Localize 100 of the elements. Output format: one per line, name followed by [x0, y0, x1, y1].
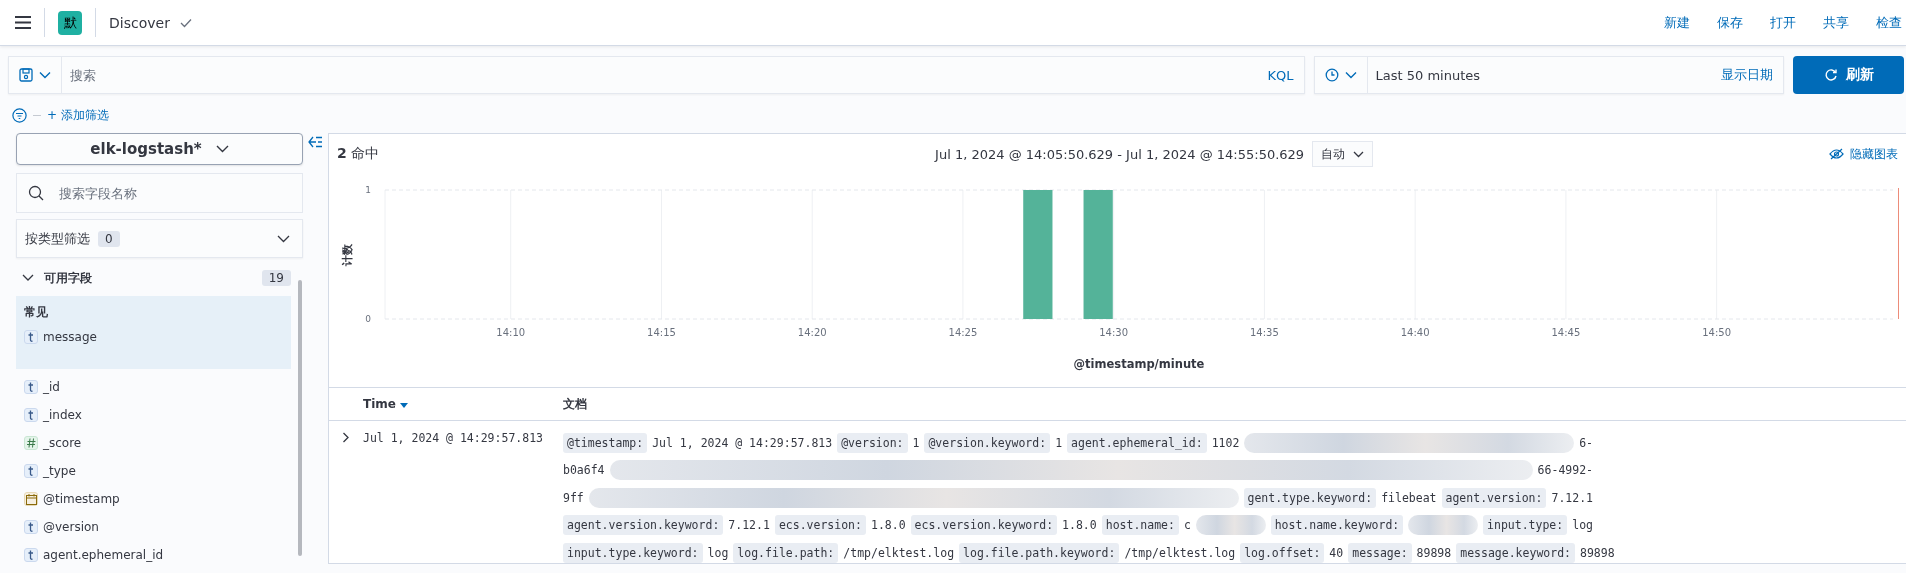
group-title: 常见	[24, 304, 49, 321]
field-key: log.file.path.keyword:	[959, 542, 1120, 563]
y-tick-label: 1	[365, 185, 371, 195]
field-key: agent.version.keyword:	[563, 515, 724, 536]
time-cell-text: Jul 1, 2024 @ 14:29:57.813	[363, 430, 544, 445]
x-tick-label: 14:10	[496, 327, 526, 338]
field-value: 1	[912, 435, 920, 450]
app-title: Discover	[109, 14, 170, 31]
interval-dropdown[interactable]: 自动	[1312, 141, 1374, 167]
field-count: 19	[261, 270, 291, 286]
search-field[interactable]: 搜索	[62, 67, 1258, 83]
field-key: host.name:	[1101, 515, 1179, 536]
hide-chart-link[interactable]: 隐藏图表	[1829, 145, 1898, 163]
show-dates-link[interactable]: 显示日期	[1711, 66, 1784, 84]
field-value: 1.8.0	[870, 518, 906, 533]
field-item[interactable]: _index	[16, 401, 291, 429]
field-key: @version.keyword:	[924, 432, 1051, 453]
time-range-label: Jul 1, 2024 @ 14:05:50.629 - Jul 1, 2024 @ 14:55:50.629	[935, 146, 1305, 162]
string-type-icon	[24, 520, 38, 534]
field-value: 66-4992-	[1537, 463, 1593, 478]
x-tick-label: 14:45	[1551, 327, 1581, 338]
field-value: 7.12.1	[728, 518, 770, 533]
field-key: agent.ephemeral_id:	[1067, 432, 1207, 453]
header-link[interactable]: 保存	[1717, 13, 1743, 32]
chevron-icon	[22, 274, 34, 282]
time-picker[interactable]: Last 50 minutes 显示日期	[1313, 56, 1785, 94]
chevron-down-icon[interactable]	[1344, 71, 1357, 79]
field-value: 1102	[1211, 435, 1240, 450]
field-search-field[interactable]: 搜索字段名称	[16, 173, 303, 213]
save-icon[interactable]	[19, 68, 33, 82]
x-tick-label: 14:50	[1702, 327, 1732, 338]
field-value: filebeat	[1381, 490, 1437, 505]
field-value: 7.12.1	[1551, 490, 1593, 505]
redacted-block	[1195, 515, 1266, 536]
field-key: ecs.version:	[774, 515, 866, 536]
header-link[interactable]: 打开	[1770, 13, 1796, 32]
type-filter-dropdown[interactable]: 按类型筛选 0	[16, 219, 303, 258]
space-avatar[interactable]: 默	[58, 10, 82, 35]
field-value: 1.8.0	[1062, 518, 1097, 533]
string-type-icon	[24, 408, 38, 422]
string-type-icon	[24, 548, 38, 562]
hit-count: 2 命中	[337, 145, 380, 163]
index-pattern-selector[interactable]: elk-logstash*	[16, 133, 303, 165]
add-filter-link[interactable]: + 添加筛选	[47, 106, 109, 124]
chevron-down-icon[interactable]	[39, 71, 51, 79]
field-value: 9ff	[563, 490, 584, 505]
field-value: 6-	[1579, 435, 1593, 450]
sort-descending-icon[interactable]	[399, 403, 408, 408]
field-value: c	[1183, 518, 1191, 533]
header-link[interactable]: 新建	[1664, 13, 1690, 32]
number-type-icon	[24, 436, 38, 450]
x-tick-label: 14:25	[948, 327, 978, 338]
field-value: log	[1572, 518, 1593, 533]
query-bar[interactable]: 搜索 KQL	[8, 56, 1305, 94]
field-item[interactable]: _id	[16, 373, 291, 401]
chevron-down-icon	[277, 234, 290, 243]
query-language-link[interactable]: KQL	[1257, 67, 1304, 83]
field-key: input.type:	[1483, 515, 1568, 536]
field-item[interactable]: _type	[16, 457, 291, 485]
available-fields-toggle[interactable]: 可用字段 19	[16, 266, 291, 290]
chevron-down-icon	[1353, 150, 1365, 158]
y-tick-label: 0	[365, 314, 371, 324]
y-axis-title: 计数	[341, 243, 354, 266]
menu-icon[interactable]	[15, 16, 31, 29]
field-value: 89898	[1416, 545, 1452, 560]
filter-icon[interactable]	[12, 107, 27, 123]
field-key: host.name.keyword:	[1270, 515, 1404, 536]
field-key: input.type.keyword:	[563, 542, 703, 563]
chevron-down-icon	[215, 145, 229, 153]
field-value: /tmp/elktest.log	[1124, 545, 1236, 560]
field-key: @version:	[837, 432, 908, 453]
header-link[interactable]: 检查	[1876, 13, 1902, 32]
field-value: Jul 1, 2024 @ 14:29:57.813	[652, 435, 833, 450]
header-link[interactable]: 共享	[1823, 13, 1849, 32]
time-range: Last 50 minutes	[1374, 67, 1482, 83]
search-icon	[28, 185, 44, 201]
expand-row-icon[interactable]	[342, 432, 350, 443]
field-key: message:	[1348, 542, 1412, 563]
column-header[interactable]: 文档	[563, 395, 587, 413]
field-value: b0a6f4	[563, 463, 605, 478]
string-type-icon	[24, 464, 38, 478]
field-item[interactable]: _score	[16, 429, 291, 457]
section-title: 可用字段	[44, 269, 92, 287]
x-tick-label: 14:35	[1250, 327, 1279, 338]
collapse-sidebar-icon[interactable]	[308, 136, 323, 148]
column-header[interactable]: Time	[363, 397, 563, 411]
scrollbar[interactable]	[298, 280, 302, 556]
field-value: 40	[1329, 545, 1344, 560]
field-item[interactable]: agent.ephemeral_id	[16, 541, 291, 569]
refresh-button[interactable]: 刷新	[1793, 56, 1904, 94]
filter-count: 0	[98, 230, 120, 247]
type-filter-label: 按类型筛选	[25, 229, 90, 248]
x-tick-label: 14:20	[797, 327, 827, 338]
clock-icon[interactable]	[1324, 68, 1339, 82]
x-axis-title: @timestamp/minute	[1073, 357, 1205, 371]
field-item[interactable]: @timestamp	[16, 485, 291, 513]
field-item[interactable]: message	[24, 323, 291, 351]
field-key: agent.version:	[1441, 487, 1547, 508]
string-type-icon	[24, 330, 38, 344]
field-item[interactable]: @version	[16, 513, 291, 541]
